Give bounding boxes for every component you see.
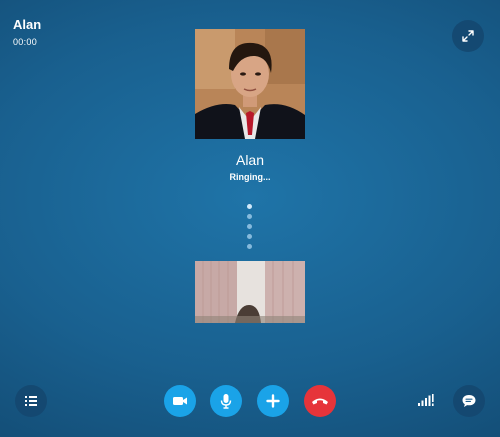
self-video-preview [195,261,305,323]
chat-bubble-icon [462,395,476,407]
chat-button[interactable] [453,385,485,417]
microphone-button[interactable] [210,385,242,417]
expand-button[interactable] [452,20,484,52]
list-icon [25,396,37,406]
expand-arrows-icon [462,30,474,42]
add-participant-button[interactable] [257,385,289,417]
video-camera-icon [173,397,187,405]
caller-header: Alan 00:00 [13,16,41,48]
signal-strength-icon [418,394,434,406]
ringing-indicator [247,204,253,254]
signal-strength-indicator [418,393,434,407]
microphone-icon [220,394,232,409]
call-timer: 00:00 [13,37,38,47]
hang-up-button[interactable] [304,385,336,417]
participants-button[interactable] [15,385,47,417]
contact-name: Alan [235,152,265,168]
video-button[interactable] [164,385,196,417]
plus-icon [266,394,280,408]
phone-hang-up-icon [312,398,328,405]
contact-avatar [195,29,305,139]
caller-name: Alan [13,17,42,32]
call-status: Ringing... [229,172,271,182]
